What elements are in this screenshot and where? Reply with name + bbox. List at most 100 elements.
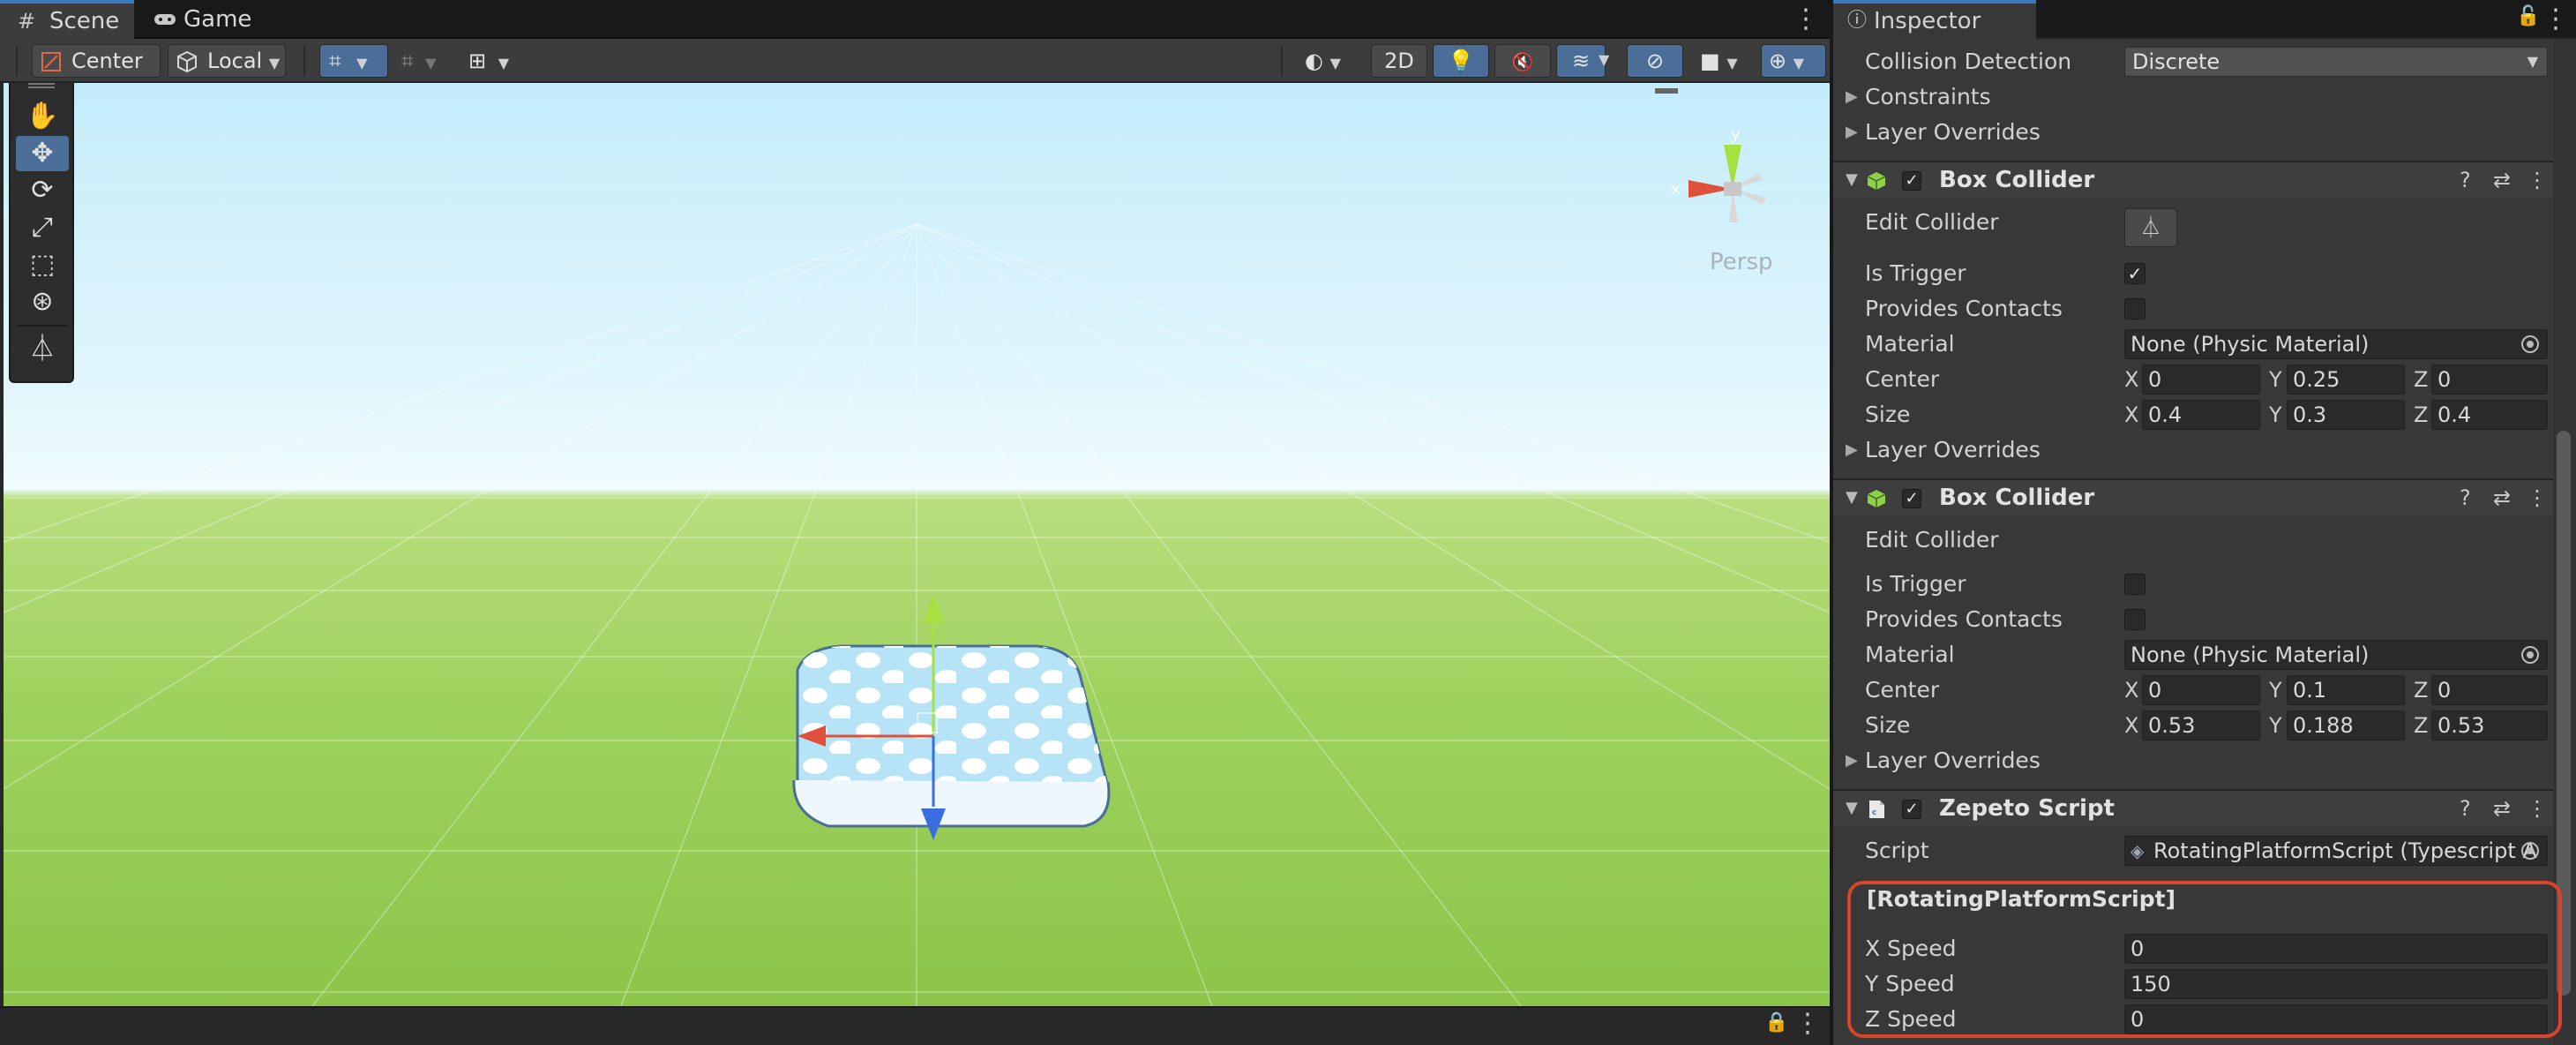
size-z-field[interactable]: 0.53 (2431, 710, 2548, 741)
pivot-space-dropdown[interactable]: Local ▼ (168, 44, 286, 78)
rotate-tool-icon[interactable]: ⟳ (16, 173, 69, 208)
statusbar-more-icon[interactable]: ⋮ (1794, 1004, 1821, 1043)
chevron-right-icon: ▶ (1846, 440, 1858, 459)
help-icon[interactable]: ? (2460, 480, 2471, 515)
orientation-gizmo[interactable]: y x (1662, 118, 1803, 251)
move-tool-icon[interactable]: ✥ (16, 136, 69, 171)
component-enabled-checkbox[interactable]: ✓ (1902, 800, 1921, 819)
component-enabled-checkbox[interactable]: ✓ (1902, 171, 1921, 191)
help-icon[interactable]: ? (2460, 162, 2471, 198)
gizmo-y-label: y (1731, 125, 1741, 144)
chevron-down-icon: ▼ (1846, 488, 1858, 507)
center-z-field[interactable]: 0 (2431, 365, 2548, 395)
projection-label[interactable]: Persp (1710, 249, 1773, 275)
presets-icon[interactable]: ⇄ (2493, 791, 2511, 826)
increment-snap-button[interactable]: ⌗ ▼ (393, 44, 452, 78)
tab-inspector[interactable]: ⓘ Inspector (1833, 0, 2036, 39)
size-x-field[interactable]: 0.4 (2142, 400, 2260, 430)
camera-settings-dropdown[interactable]: ■ ▼ (1690, 44, 1756, 78)
rect-tool-icon[interactable]: ⬚ (16, 247, 69, 282)
provides-contacts-checkbox[interactable] (2124, 609, 2145, 630)
script-field[interactable]: ◈ RotatingPlatformScript (Typescript A (2124, 836, 2548, 866)
center-y-field[interactable]: 0.25 (2287, 365, 2405, 395)
inspector-more-icon[interactable]: ⋮ (2542, 0, 2569, 39)
box-collider-header[interactable]: ▼ ✓ Box Collider ? ⇄ ⋮ (1833, 161, 2557, 198)
collision-detection-dropdown[interactable]: Discrete ▼ (2124, 47, 2548, 77)
scene-statusbar: 🔒 ⋮ (0, 1006, 1830, 1045)
layer-overrides-foldout[interactable]: ▶ Layer Overrides (1833, 432, 2557, 468)
chevron-down-icon: ▼ (1846, 170, 1858, 189)
hidden-objects-button[interactable]: ⊘ (1627, 44, 1683, 78)
is-trigger-checkbox[interactable]: ✓ (2124, 263, 2145, 284)
draw-mode-dropdown[interactable]: ◐ ▼ (1295, 44, 1360, 78)
object-picker-icon[interactable] (2521, 335, 2539, 353)
shading-sphere-icon: ◐ (1305, 49, 1323, 73)
center-y-field[interactable]: 0.1 (2287, 675, 2405, 705)
scale-tool-icon[interactable]: ⤢ (16, 210, 69, 245)
lighting-toggle-button[interactable]: 💡 (1433, 44, 1489, 78)
box-collider-header[interactable]: ▼ ✓ Box Collider ? ⇄ ⋮ (1833, 478, 2557, 515)
effects-dropdown-icon[interactable]: ▼ (1599, 51, 1609, 68)
lock-icon[interactable]: 🔒 (1764, 1011, 1788, 1034)
material-field[interactable]: None (Physic Material) (2124, 640, 2548, 670)
size-y-field[interactable]: 0.188 (2287, 710, 2405, 741)
help-icon[interactable]: ? (2460, 791, 2471, 826)
toggle-2d-button[interactable]: 2D (1371, 44, 1427, 78)
center-z-field[interactable]: 0 (2431, 675, 2548, 705)
transform-tool-icon[interactable]: ⊛ (16, 284, 69, 320)
is-trigger-row: Is Trigger (1865, 571, 1966, 597)
component-more-icon[interactable]: ⋮ (2527, 480, 2548, 515)
hand-tool-icon[interactable]: ✋ (16, 99, 69, 134)
component-more-icon[interactable]: ⋮ (2527, 162, 2548, 198)
pivot-center-icon (41, 52, 61, 71)
component-more-icon[interactable]: ⋮ (2527, 791, 2548, 826)
provides-contacts-checkbox[interactable] (2124, 298, 2145, 320)
tab-scene[interactable]: # Scene (0, 0, 134, 39)
object-picker-icon[interactable] (2521, 842, 2539, 860)
object-picker-icon[interactable] (2521, 646, 2539, 664)
scene-viewport[interactable]: y x Persp ✋ ✥ ⟳ ⤢ ⬚ ⊛ ⏃ (4, 83, 1830, 1006)
tab-game[interactable]: Game (138, 0, 261, 39)
zepeto-script-header[interactable]: ▼ c ✓ Zepeto Script ? ⇄ ⋮ (1833, 789, 2557, 826)
presets-icon[interactable]: ⇄ (2493, 162, 2511, 198)
tool-strip: ✋ ✥ ⟳ ⤢ ⬚ ⊛ ⏃ (9, 83, 74, 383)
move-gizmo[interactable] (762, 577, 1045, 860)
cube-icon (177, 50, 197, 73)
material-field[interactable]: None (Physic Material) (2124, 329, 2548, 359)
gizmo-drag-handle[interactable] (1655, 88, 1678, 94)
inspector-lock-icon[interactable]: 🔓 (2516, 5, 2540, 27)
grid-visibility-button[interactable]: ⊞ ▼ (461, 44, 522, 78)
provides-contacts-row: Provides Contacts (1865, 296, 2063, 321)
lightbulb-icon: 💡 (1448, 49, 1474, 73)
chevron-right-icon: ▶ (1846, 87, 1858, 106)
pivot-mode-dropdown[interactable]: Center ▼ (32, 44, 161, 103)
layer-overrides-foldout[interactable]: ▶ Layer Overrides (1833, 743, 2557, 778)
component-enabled-checkbox[interactable]: ✓ (1902, 489, 1921, 508)
size-y-field[interactable]: 0.3 (2287, 400, 2405, 430)
size-z-field[interactable]: 0.4 (2431, 400, 2548, 430)
scene-tabbar: # Scene Game ⋮ (0, 0, 1830, 39)
custom-tool-icon[interactable]: ⏃ (16, 332, 69, 367)
grid-visibility-icon: ⊞ (468, 49, 487, 73)
box-collider-icon (1867, 490, 1886, 507)
grid-snap-button[interactable]: ⌗ ▼ (319, 44, 388, 78)
size-x-field[interactable]: 0.53 (2142, 710, 2260, 741)
audio-toggle-button[interactable]: 🔇 (1494, 44, 1551, 78)
gizmos-dropdown[interactable]: ⊕ ▼ (1761, 44, 1826, 78)
edit-collider-button[interactable]: ⏃ (2124, 208, 2177, 247)
scene-toolbar: Center ▼ Local ▼ ⌗ ▼ ⌗ ▼ ⊞ ▼ ◐ ▼ 2D 💡 🔇 (0, 39, 1830, 103)
scene-more-icon[interactable]: ⋮ (1793, 0, 1819, 39)
grid-icon: # (18, 9, 36, 34)
presets-icon[interactable]: ⇄ (2493, 480, 2511, 515)
gizmo-globe-icon: ⊕ (1769, 49, 1787, 73)
edit-collider-row: Edit Collider (1865, 527, 1999, 553)
increment-snap-icon: ⌗ (401, 49, 414, 73)
is-trigger-checkbox[interactable] (2124, 574, 2145, 595)
edit-collider-row: Edit Collider (1865, 209, 1999, 235)
center-x-field[interactable]: 0 (2142, 675, 2260, 705)
center-x-field[interactable]: 0 (2142, 365, 2260, 395)
toolstrip-drag-handle[interactable] (28, 83, 55, 88)
constraints-foldout[interactable]: ▶ Constraints (1833, 79, 2557, 115)
layer-overrides-foldout[interactable]: ▶ Layer Overrides (1833, 115, 2557, 150)
audio-mute-icon: 🔇 (1511, 51, 1534, 72)
